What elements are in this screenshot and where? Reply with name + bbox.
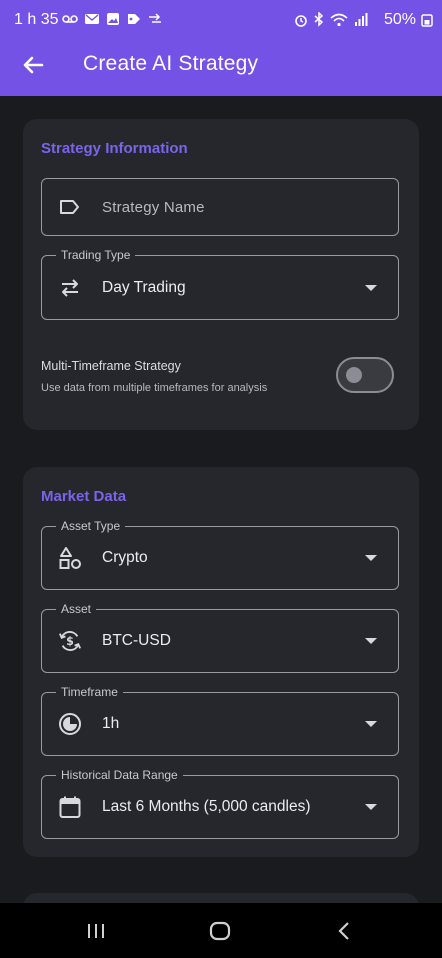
voicemail-icon (62, 15, 78, 23)
arrow-left-icon (23, 56, 44, 74)
timeframe-value: 1h (102, 715, 120, 732)
status-time: 1 h 35 (14, 11, 59, 28)
multi-timeframe-subtitle: Use data from multiple timeframes for an… (41, 382, 268, 394)
strategy-information-card: Strategy Information Strategy Name Tradi… (23, 119, 419, 430)
market-data-card: Market Data Asset Type Crypto Asset $ BT… (23, 467, 419, 857)
clock-pie-icon (58, 712, 82, 736)
asset-type-select[interactable]: Asset Type Crypto (41, 519, 399, 590)
signal-icon (355, 13, 368, 26)
mail-icon (85, 14, 99, 24)
strategy-name-input[interactable]: Strategy Name (41, 178, 399, 236)
asset-label: Asset (56, 602, 97, 616)
chevron-down-icon (365, 284, 377, 291)
label-tag-icon (58, 195, 82, 219)
chevron-down-icon (365, 804, 377, 810)
app-header: 1 h 35 50% Create AI Strategy (0, 0, 442, 96)
wifi-icon (330, 13, 348, 26)
sync-arrows-icon (149, 13, 161, 23)
currency-exchange-icon: $ (58, 629, 82, 653)
swap-horizontal-icon (58, 276, 82, 300)
status-notification-icons (62, 12, 162, 26)
asset-type-value: Crypto (102, 549, 148, 566)
status-system-icons (294, 12, 368, 27)
page-title: Create AI Strategy (83, 52, 259, 75)
multi-timeframe-toggle[interactable] (336, 357, 394, 393)
bluetooth-icon (314, 12, 324, 27)
trading-type-select[interactable]: Trading Type Day Trading (41, 248, 399, 320)
recents-icon (88, 923, 104, 938)
section-title-market-data: Market Data (41, 488, 127, 505)
system-back-button[interactable] (314, 903, 374, 958)
timeframe-select[interactable]: Timeframe 1h (41, 685, 399, 756)
battery-level: 50% (383, 11, 416, 28)
status-bar: 1 h 35 50% (0, 0, 442, 40)
back-chevron-icon (338, 921, 349, 940)
trading-type-label: Trading Type (56, 248, 136, 262)
multi-timeframe-title: Multi-Timeframe Strategy (41, 359, 181, 373)
historical-data-range-value: Last 6 Months (5,000 candles) (102, 798, 311, 815)
historical-data-range-label: Historical Data Range (56, 768, 183, 782)
battery-icon (421, 14, 433, 27)
asset-type-label: Asset Type (56, 519, 126, 533)
system-navigation-bar (0, 903, 442, 958)
chevron-down-icon (365, 555, 377, 561)
category-shapes-icon (58, 546, 82, 570)
calendar-icon (58, 795, 82, 819)
recents-button[interactable] (66, 903, 126, 958)
chevron-down-icon (365, 721, 377, 727)
image-icon (107, 13, 119, 25)
asset-value: BTC-USD (102, 632, 171, 649)
home-icon (209, 921, 231, 940)
asset-select[interactable]: Asset $ BTC-USD (41, 602, 399, 673)
timeframe-label: Timeframe (56, 685, 123, 699)
trading-type-value: Day Trading (102, 278, 186, 296)
strategy-name-placeholder: Strategy Name (102, 198, 205, 216)
chevron-down-icon (365, 638, 377, 644)
toggle-knob (346, 367, 362, 383)
tag-notification-icon (128, 14, 140, 24)
back-button[interactable] (18, 50, 48, 80)
svg-text:$: $ (66, 635, 74, 648)
home-button[interactable] (190, 903, 250, 958)
alarm-icon (295, 14, 307, 27)
historical-data-range-select[interactable]: Historical Data Range Last 6 Months (5,0… (41, 768, 399, 839)
section-title-strategy-information: Strategy Information (41, 140, 188, 157)
